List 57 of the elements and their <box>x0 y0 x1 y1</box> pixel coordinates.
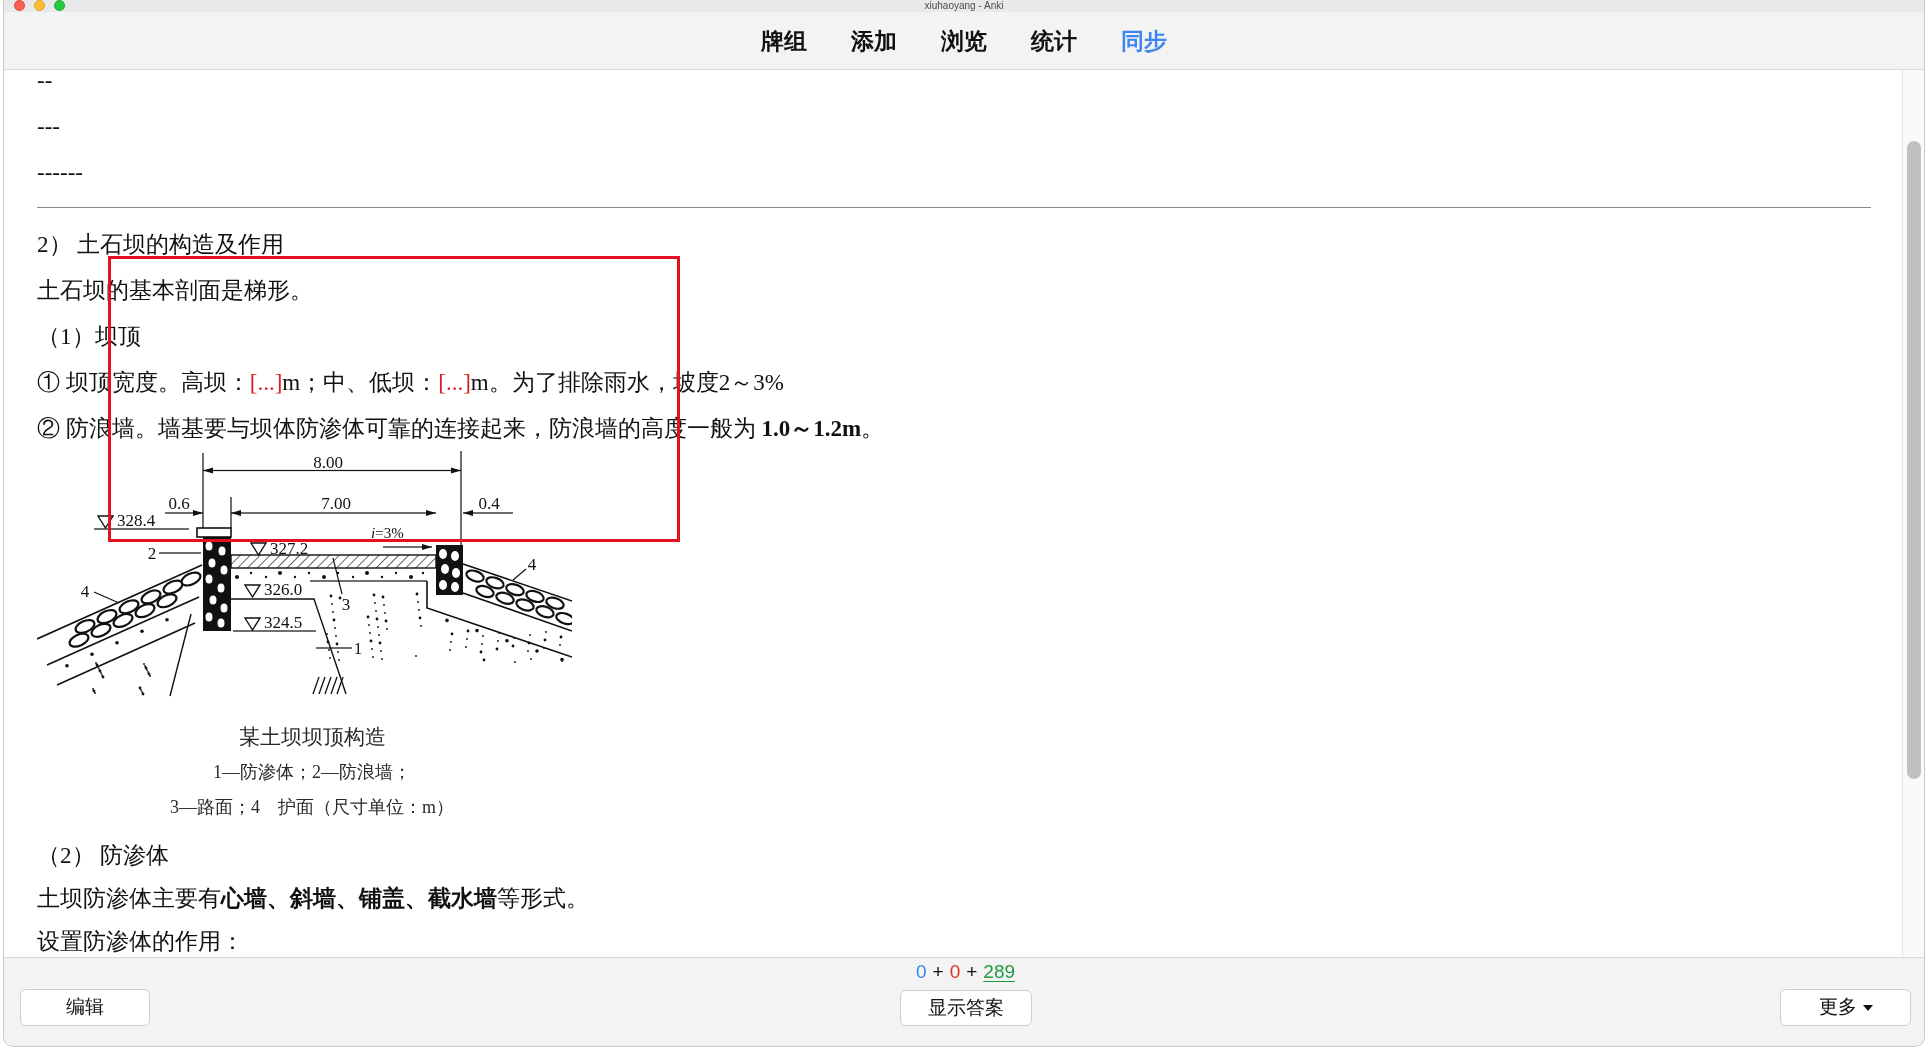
soil-dots-drawing <box>92 662 151 696</box>
ground-hatch-icon <box>312 676 344 695</box>
slope-label: i=3% <box>371 525 404 541</box>
window-title: xiuhaoyang - Anki <box>924 0 1004 12</box>
elevation-marker-icon <box>249 542 268 557</box>
callout-number: 4 <box>527 555 537 574</box>
text-line: （2） 防渗体 <box>37 842 170 869</box>
text-line: 土坝防渗体主要有心墙、斜墙、铺盖、截水墙等形式。 <box>37 885 589 912</box>
callout-number: 1 <box>353 639 363 658</box>
elevation-label: 328.4 <box>117 511 156 530</box>
dimension-label: 7.00 <box>321 494 351 513</box>
elevation-marker-icon <box>96 515 115 530</box>
text-line: 2） 土石坝的构造及作用 <box>37 230 285 258</box>
callout-number: 4 <box>80 582 90 601</box>
plus-sign: + <box>966 960 978 984</box>
dimension-line <box>165 510 203 516</box>
more-button[interactable]: 更多 <box>1780 989 1911 1026</box>
caret-down-icon <box>1862 1004 1873 1011</box>
dimension-label: 8.00 <box>313 453 343 472</box>
zoom-window-button[interactable] <box>54 0 65 11</box>
show-answer-button[interactable]: 显示答案 <box>899 990 1032 1026</box>
scrollbar-thumb[interactable] <box>1907 141 1921 779</box>
figure-legend: 1—防渗体；2—防浪墙； <box>213 760 411 783</box>
elevation-marker-icon <box>243 584 262 599</box>
minimize-window-button[interactable] <box>34 0 45 11</box>
dimension-label: 0.4 <box>478 494 500 513</box>
review-count: 289 <box>983 960 1016 984</box>
elevation-label: 326.0 <box>264 580 303 599</box>
nav-tab[interactable]: 统计 <box>1019 25 1089 56</box>
figure-title: 某土坝坝顶构造 <box>238 724 386 749</box>
leader-line <box>512 568 527 581</box>
callout-number: 2 <box>147 544 157 563</box>
text-line: -- <box>37 70 53 94</box>
nav-tab[interactable]: 添加 <box>839 25 909 56</box>
text-line: 设置防渗体的作用： <box>37 928 244 955</box>
new-count: 0 <box>915 960 927 984</box>
edit-button[interactable]: 编辑 <box>20 989 150 1026</box>
dimension-label: 0.6 <box>168 494 190 513</box>
extension-line <box>230 497 232 528</box>
curb-block <box>436 545 463 595</box>
leader-line <box>93 591 120 604</box>
leader-line <box>316 647 352 649</box>
figure-legend: 3—路面；4 护面（尺寸单位：m） <box>170 795 454 818</box>
elevation-label: 327.2 <box>270 539 309 558</box>
leader-line <box>332 557 343 595</box>
nav-tab[interactable]: 牌组 <box>749 25 819 56</box>
callout-number: 3 <box>341 595 351 614</box>
elevation-label: 324.5 <box>264 613 303 632</box>
leader-line <box>159 552 201 554</box>
dimension-line <box>463 510 513 516</box>
text-line: --- <box>37 112 60 140</box>
learning-count: 0 <box>949 960 961 984</box>
plus-sign: + <box>932 960 944 984</box>
text-line: ------ <box>37 158 83 186</box>
close-window-button[interactable] <box>14 0 25 11</box>
elevation-marker-icon <box>243 617 262 632</box>
nav-tab[interactable]: 浏览 <box>929 25 999 56</box>
